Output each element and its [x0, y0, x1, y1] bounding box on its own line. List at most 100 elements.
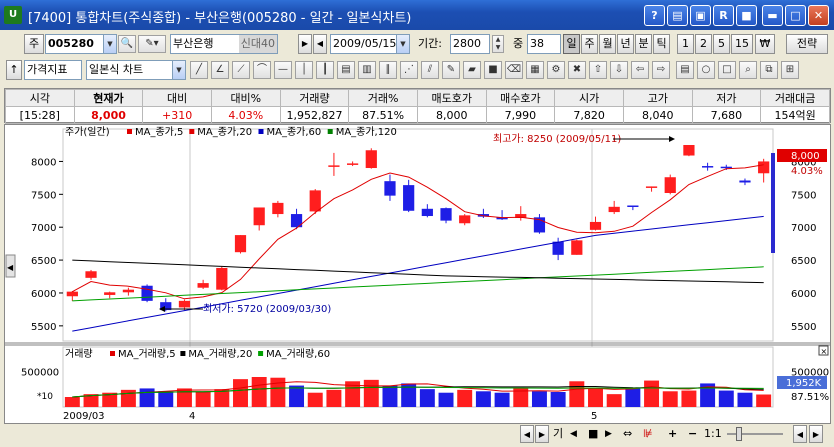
zoom-slider-thumb[interactable] — [736, 427, 742, 441]
candle-body — [384, 181, 396, 196]
interval-2[interactable]: 2 — [695, 34, 712, 54]
period-spinner-icon[interactable]: ▲ ▼ — [492, 35, 504, 53]
paint-tool-icon[interactable]: ▦ — [526, 61, 544, 79]
quote-value-0: [15:28] — [5, 106, 75, 124]
chart-area[interactable]: 8000 8000 7500 7500 7000 7000 6500 6500 6000 6000… — [4, 124, 831, 424]
period-input[interactable]: 2800 — [450, 34, 490, 54]
left-tool-icon[interactable]: ⇦ — [631, 61, 649, 79]
doc-tool-icon[interactable]: ▤ — [676, 61, 694, 79]
collapse-toolbar-button[interactable]: ↑ — [6, 60, 22, 80]
calendar-dropdown-icon[interactable]: ▼ — [396, 35, 409, 53]
date-input[interactable]: 2009/05/15 ▼ — [330, 34, 410, 54]
trend-tool-icon[interactable]: ⟋ — [232, 61, 250, 79]
compare-button[interactable]: ⊯ — [643, 424, 653, 444]
quote-value-11: 154억원 — [760, 106, 830, 124]
clone-tool-icon[interactable]: ⧉ — [760, 61, 778, 79]
settings-tool-icon[interactable]: ⚙ — [547, 61, 565, 79]
maximize-button[interactable]: □ — [785, 5, 806, 26]
chevron-down-icon[interactable]: ▼ — [172, 61, 185, 79]
vline-tool-icon[interactable]: │ — [295, 61, 313, 79]
fill-tool-icon[interactable]: ▰ — [463, 61, 481, 79]
candle-body — [234, 235, 247, 253]
indicator-select[interactable]: 가격지표 — [24, 60, 82, 80]
volume-bar — [289, 385, 305, 407]
volume-bar — [625, 388, 641, 407]
zoom-out-button[interactable]: − — [688, 424, 697, 444]
circle-tool-icon[interactable]: ○ — [697, 61, 715, 79]
expand-range-button[interactable]: ⇔ — [623, 424, 632, 444]
close-button[interactable]: ✕ — [808, 5, 829, 26]
chevron-down-icon[interactable]: ▼ — [103, 35, 116, 53]
price-tick-label-right-1: 7500 — [791, 190, 816, 201]
grid2-tool-icon[interactable]: ⊞ — [781, 61, 799, 79]
interval-month[interactable]: 월 — [599, 34, 616, 54]
zoom-in-button[interactable]: + — [668, 424, 677, 444]
hline-tool-icon[interactable]: — — [274, 61, 292, 79]
scroll-right-button[interactable]: ▶ — [535, 425, 549, 443]
stop-button[interactable]: ■ — [588, 424, 598, 444]
fibo-tool-icon[interactable]: ∥ — [379, 61, 397, 79]
link-button[interactable]: ■ — [736, 5, 757, 26]
ma-legend-swatch — [189, 129, 195, 134]
channel-tool-icon[interactable]: ⫽ — [421, 61, 439, 79]
interval-day[interactable]: 일 — [563, 34, 580, 54]
color-tool-icon[interactable]: ■ — [484, 61, 502, 79]
chart-type-select[interactable]: 일본식 차트 ▼ — [86, 60, 186, 80]
minimize-button[interactable]: ▬ — [762, 5, 783, 26]
pencil-tool-icon[interactable]: ✎ — [442, 61, 460, 79]
eraser-tool-icon[interactable]: ⌫ — [505, 61, 523, 79]
play-back-button[interactable]: ◀ — [570, 424, 577, 444]
chart-window: U [7400] 통합차트(주식종합) - 부산은행(005280 - 일간 -… — [0, 0, 834, 447]
zoom-tool-icon[interactable]: ⌕ — [739, 61, 757, 79]
table-tool-icon[interactable]: ▤ — [337, 61, 355, 79]
last-page-forward-button[interactable]: ▶ — [809, 425, 823, 443]
strategy-button[interactable]: 전략 — [786, 34, 828, 54]
quote-value-8: 7,820 — [554, 106, 624, 124]
scroll-left-button[interactable]: ◀ — [520, 425, 534, 443]
title-bar[interactable]: U [7400] 통합차트(주식종합) - 부산은행(005280 - 일간 -… — [0, 0, 834, 30]
line-tool-icon[interactable]: ╱ — [190, 61, 208, 79]
price-scroll-indicator[interactable] — [771, 153, 775, 253]
layout-button[interactable]: ▤ — [667, 5, 688, 26]
wave-tool-icon[interactable]: ⋰ — [400, 61, 418, 79]
prev-stock-button[interactable]: ▶ — [298, 34, 312, 54]
interval-week[interactable]: 주 — [581, 34, 598, 54]
high-price-annotation: 최고가: 8250 (2009/05/11) — [493, 133, 621, 145]
interval-year[interactable]: 년 — [617, 34, 634, 54]
memo-icon[interactable]: ✎▾ — [138, 35, 166, 53]
candle-body — [440, 208, 452, 221]
period-toggle-button[interactable]: 기 — [553, 424, 563, 444]
interval-1[interactable]: 1 — [677, 34, 694, 54]
last-page-back-button[interactable]: ◀ — [793, 425, 807, 443]
search-icon[interactable]: 🔍 — [118, 35, 136, 53]
right-tool-icon[interactable]: ⇨ — [652, 61, 670, 79]
up-tool-icon[interactable]: ⇧ — [589, 61, 607, 79]
quote-header-0: 시각 — [5, 89, 75, 107]
count-input[interactable]: 38 — [527, 34, 561, 54]
angle-tool-icon[interactable]: ∠ — [211, 61, 229, 79]
down-tool-icon[interactable]: ⇩ — [610, 61, 628, 79]
interval-tick[interactable]: 틱 — [653, 34, 670, 54]
save-screen-button[interactable]: ▣ — [690, 5, 711, 26]
zoom-reset-button[interactable]: 1:1 — [704, 424, 722, 444]
fan-tool-icon[interactable]: ⌒ — [253, 61, 271, 79]
volume-bar — [756, 394, 772, 407]
help-button[interactable]: ? — [644, 5, 665, 26]
interval-minute[interactable]: 분 — [635, 34, 652, 54]
play-button[interactable]: ▶ — [605, 424, 612, 444]
volume-legend: 거래량 — [65, 348, 93, 360]
interval-15[interactable]: 15 — [731, 34, 753, 54]
indicator-label: 가격지표 — [27, 63, 68, 76]
currency-button[interactable]: ₩ — [755, 34, 775, 54]
volume-bar — [644, 380, 660, 407]
grid-tool-icon[interactable]: ┃ — [316, 61, 334, 79]
delete-tool-icon[interactable]: ✖ — [568, 61, 586, 79]
price-volume-chart[interactable]: 8000 80007500 75007000 70006500 65006000 6000… — [5, 125, 830, 423]
market-button[interactable]: 주 — [24, 34, 44, 54]
bar-tool-icon[interactable]: ▥ — [358, 61, 376, 79]
rect-tool-icon[interactable]: □ — [718, 61, 736, 79]
stock-code-input[interactable]: 005280 ▼ — [45, 34, 117, 54]
restore-settings-button[interactable]: R — [713, 5, 734, 26]
next-stock-button[interactable]: ◀ — [313, 34, 327, 54]
interval-5[interactable]: 5 — [713, 34, 730, 54]
